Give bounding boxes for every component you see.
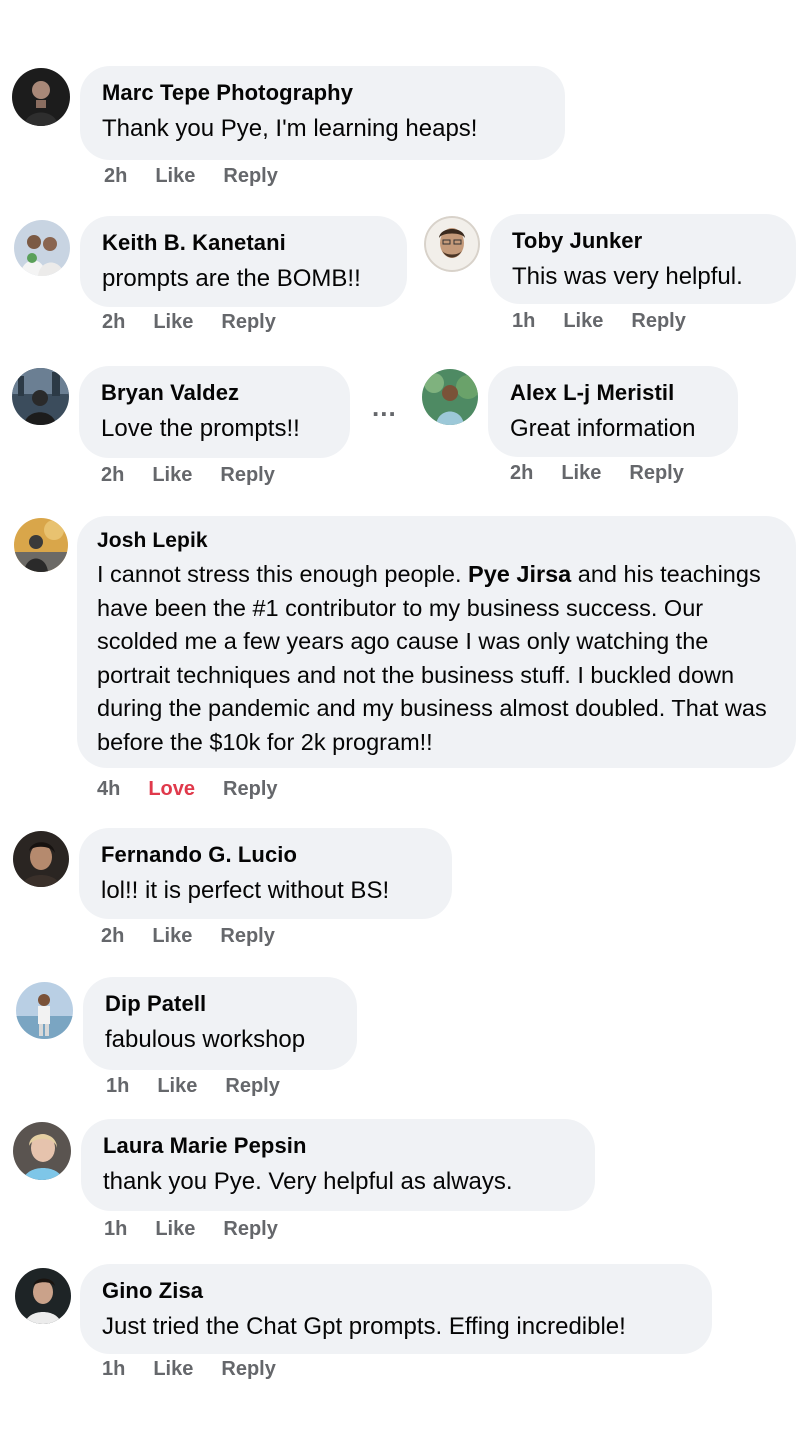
commenter-name[interactable]: Fernando G. Lucio [101,842,430,868]
comment-text: Great information [510,415,696,442]
comment-actions: 2h Like Reply [101,464,303,487]
comment-actions: 1h Like Reply [104,1218,306,1241]
reply-button[interactable]: Reply [223,1218,277,1240]
comment-time[interactable]: 2h [101,464,124,486]
comment-text: Just tried the Chat Gpt prompts. Effing … [102,1313,626,1340]
comment-bubble: Toby Junker This was very helpful. [490,214,796,304]
reply-button[interactable]: Reply [220,464,274,486]
comment-actions: 2h Like Reply [104,165,306,188]
comment-actions: 2h Like Reply [101,925,303,948]
comment-time[interactable]: 1h [106,1075,129,1097]
comment-text: Thank you Pye, I'm learning heaps! [102,115,478,142]
like-button[interactable]: Like [157,1075,197,1097]
comment-bubble: Bryan Valdez Love the prompts!! [79,366,350,458]
avatar[interactable] [13,1122,71,1180]
like-button[interactable]: Like [155,1218,195,1240]
comment-actions: 1h Like Reply [102,1358,304,1381]
commenter-name[interactable]: Alex L-j Meristil [510,380,716,406]
comment-bubble: Alex L-j Meristil Great information [488,366,738,457]
commenter-name[interactable]: Josh Lepik [97,528,776,554]
comment-text: thank you Pye. Very helpful as always. [103,1168,513,1195]
comment-actions: 1h Like Reply [512,310,714,333]
comment-bubble: Gino Zisa Just tried the Chat Gpt prompt… [80,1264,712,1354]
like-button[interactable]: Like [152,464,192,486]
reply-button[interactable]: Reply [221,1358,275,1380]
reply-button[interactable]: Reply [220,925,274,947]
comment-bubble: Josh Lepik I cannot stress this enough p… [77,516,796,768]
like-button[interactable]: Like [563,310,603,332]
reply-button[interactable]: Reply [223,778,277,800]
like-button[interactable]: Like [561,462,601,484]
avatar[interactable] [12,368,69,425]
comment-text: prompts are the BOMB!! [102,265,361,292]
comment-actions: 2h Like Reply [510,462,712,485]
comment-bubble: Dip Patell fabulous workshop [83,977,357,1070]
like-button[interactable]: Like [155,165,195,187]
commenter-name[interactable]: Bryan Valdez [101,380,328,406]
comment-text: fabulous workshop [105,1026,306,1053]
comment-bubble: Keith B. Kanetani prompts are the BOMB!! [80,216,407,307]
commenter-name[interactable]: Gino Zisa [102,1278,690,1304]
comment-text-before: I cannot stress this enough people. [97,561,469,587]
comment-actions: 2h Like Reply [102,311,304,334]
commenter-name[interactable]: Toby Junker [512,228,774,254]
ellipsis-icon[interactable]: ... [372,392,397,423]
comment-text: Love the prompts!! [101,415,300,442]
comment-time[interactable]: 1h [102,1358,125,1380]
comment-bubble: Marc Tepe Photography Thank you Pye, I'm… [80,66,565,160]
avatar[interactable] [424,216,480,272]
reply-button[interactable]: Reply [225,1075,279,1097]
comment-time[interactable]: 1h [104,1218,127,1240]
avatar[interactable] [15,1268,71,1324]
avatar[interactable] [422,369,478,425]
reply-button[interactable]: Reply [629,462,683,484]
comment-text: This was very helpful. [512,263,743,290]
comment-text: lol!! it is perfect without BS! [101,877,390,904]
comment-time[interactable]: 2h [104,165,127,187]
avatar[interactable] [14,518,68,572]
comment-time[interactable]: 2h [102,311,125,333]
comment-actions: 4h Love Reply [97,778,306,801]
comment-actions: 1h Like Reply [106,1075,308,1098]
reply-button[interactable]: Reply [221,311,275,333]
like-button[interactable]: Like [153,311,193,333]
avatar[interactable] [13,831,69,887]
like-button[interactable]: Like [153,1358,193,1380]
comment-text: I cannot stress this enough people. Pye … [97,558,776,759]
commenter-name[interactable]: Marc Tepe Photography [102,80,543,106]
avatar[interactable] [12,68,70,126]
comment-text-after: and his teachings have been the #1 contr… [97,561,767,755]
reply-button[interactable]: Reply [631,310,685,332]
mention-link[interactable]: Pye Jirsa [468,561,571,587]
like-button[interactable]: Like [152,925,192,947]
reply-button[interactable]: Reply [223,165,277,187]
commenter-name[interactable]: Dip Patell [105,991,335,1017]
comment-bubble: Fernando G. Lucio lol!! it is perfect wi… [79,828,452,919]
comment-time[interactable]: 2h [510,462,533,484]
love-reaction-button[interactable]: Love [148,778,195,800]
commenter-name[interactable]: Laura Marie Pepsin [103,1133,573,1159]
comment-bubble: Laura Marie Pepsin thank you Pye. Very h… [81,1119,595,1211]
avatar[interactable] [14,220,70,276]
comment-time[interactable]: 4h [97,778,120,800]
avatar[interactable] [16,982,73,1039]
comment-time[interactable]: 2h [101,925,124,947]
commenter-name[interactable]: Keith B. Kanetani [102,230,385,256]
comment-time[interactable]: 1h [512,310,535,332]
